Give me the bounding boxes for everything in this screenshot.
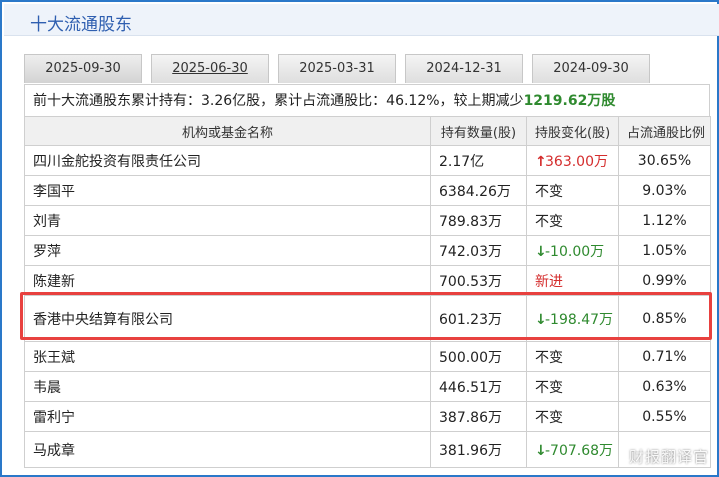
- tab-2025-06-30[interactable]: 2025-06-30: [151, 54, 269, 83]
- holder-name: 罗萍: [24, 235, 431, 266]
- table-row: 李国平 6384.26万 不变 9.03%: [24, 175, 711, 206]
- table-row: 雷利宁 387.86万 不变 0.55%: [24, 401, 711, 432]
- holder-ratio: 1.05%: [618, 235, 711, 266]
- holder-shares: 742.03万: [430, 235, 527, 266]
- header-ratio: 占流通股比例: [618, 116, 711, 146]
- holder-change: 不变: [526, 341, 619, 372]
- page-title: 十大流通股东: [30, 15, 132, 35]
- holder-shares: 500.00万: [430, 341, 527, 372]
- header-holder-name: 机构或基金名称: [24, 116, 431, 146]
- holder-shares: 6384.26万: [430, 175, 527, 206]
- holder-change: 不变: [526, 175, 619, 206]
- holder-ratio: 0.71%: [618, 341, 711, 372]
- table-row: 四川金舵投资有限责任公司 2.17亿 ↑363.00万 30.65%: [24, 145, 711, 176]
- holder-ratio: 1.12%: [618, 205, 711, 236]
- holder-name: 韦晨: [24, 371, 431, 402]
- holder-ratio: 0.85%: [618, 295, 711, 342]
- holder-shares: 381.96万: [430, 431, 527, 468]
- holder-name: 陈建新: [24, 265, 431, 296]
- holder-change: ↓-707.68万: [526, 431, 619, 468]
- table-row: 马成章 381.96万 ↓-707.68万: [24, 431, 711, 468]
- summary-text: 前十大流通股东累计持有：3.26亿股，累计占流通股比：46.12%，较上期减少: [33, 93, 524, 109]
- table-row: 韦晨 446.51万 不变 0.63%: [24, 371, 711, 402]
- holder-shares: 2.17亿: [430, 145, 527, 176]
- holder-change: ↓-198.47万: [526, 295, 619, 342]
- holder-name: 香港中央结算有限公司: [24, 295, 431, 342]
- tab-2024-09-30[interactable]: 2024-09-30: [532, 54, 650, 83]
- holder-ratio: 30.65%: [618, 145, 711, 176]
- tab-2025-09-30[interactable]: 2025-09-30: [24, 54, 142, 83]
- table-row: 陈建新 700.53万 新进 0.99%: [24, 265, 711, 296]
- holder-name: 雷利宁: [24, 401, 431, 432]
- holder-ratio: 0.63%: [618, 371, 711, 402]
- holder-change: 新进: [526, 265, 619, 296]
- holder-change: 不变: [526, 401, 619, 432]
- holder-shares: 387.86万: [430, 401, 527, 432]
- table-header-row: 机构或基金名称 持有数量(股) 持股变化(股) 占流通股比例: [24, 116, 711, 146]
- arrow-down-icon: ↓: [535, 311, 547, 328]
- tab-2025-03-31[interactable]: 2025-03-31: [278, 54, 396, 83]
- holder-ratio: 0.55%: [618, 401, 711, 432]
- summary-change: 1219.62万股: [523, 93, 616, 109]
- holder-change: 不变: [526, 371, 619, 402]
- header-change: 持股变化(股): [526, 116, 619, 146]
- holder-name: 李国平: [24, 175, 431, 206]
- arrow-down-icon: ↓: [535, 243, 547, 260]
- holder-change: ↓-10.00万: [526, 235, 619, 266]
- holder-shares: 700.53万: [430, 265, 527, 296]
- table-row: 罗萍 742.03万 ↓-10.00万 1.05%: [24, 235, 711, 266]
- holding-summary: 前十大流通股东累计持有：3.26亿股，累计占流通股比：46.12%，较上期减少1…: [24, 84, 710, 116]
- holder-name: 四川金舵投资有限责任公司: [24, 145, 431, 176]
- title-bar: 十大流通股东: [4, 4, 719, 36]
- holder-change: 不变: [526, 205, 619, 236]
- holder-ratio: 9.03%: [618, 175, 711, 206]
- holder-ratio: 0.99%: [618, 265, 711, 296]
- holder-name: 刘青: [24, 205, 431, 236]
- table-row: 张王斌 500.00万 不变 0.71%: [24, 341, 711, 372]
- holder-shares: 789.83万: [430, 205, 527, 236]
- holder-name: 马成章: [24, 431, 431, 468]
- top-holders-table: 机构或基金名称 持有数量(股) 持股变化(股) 占流通股比例 四川金舵投资有限责…: [24, 116, 711, 468]
- arrow-down-icon: ↓: [535, 442, 547, 459]
- table-row: 刘青 789.83万 不变 1.12%: [24, 205, 711, 236]
- holder-name: 张王斌: [24, 341, 431, 372]
- watermark: 财报翻译官: [628, 448, 709, 466]
- arrow-up-icon: ↑: [535, 153, 547, 170]
- header-shares: 持有数量(股): [430, 116, 527, 146]
- tab-2024-12-31[interactable]: 2024-12-31: [405, 54, 523, 83]
- holder-change: ↑363.00万: [526, 145, 619, 176]
- table-row-highlighted: 香港中央结算有限公司 601.23万 ↓-198.47万 0.85%: [24, 295, 711, 342]
- holder-shares: 446.51万: [430, 371, 527, 402]
- holder-shares: 601.23万: [430, 295, 527, 342]
